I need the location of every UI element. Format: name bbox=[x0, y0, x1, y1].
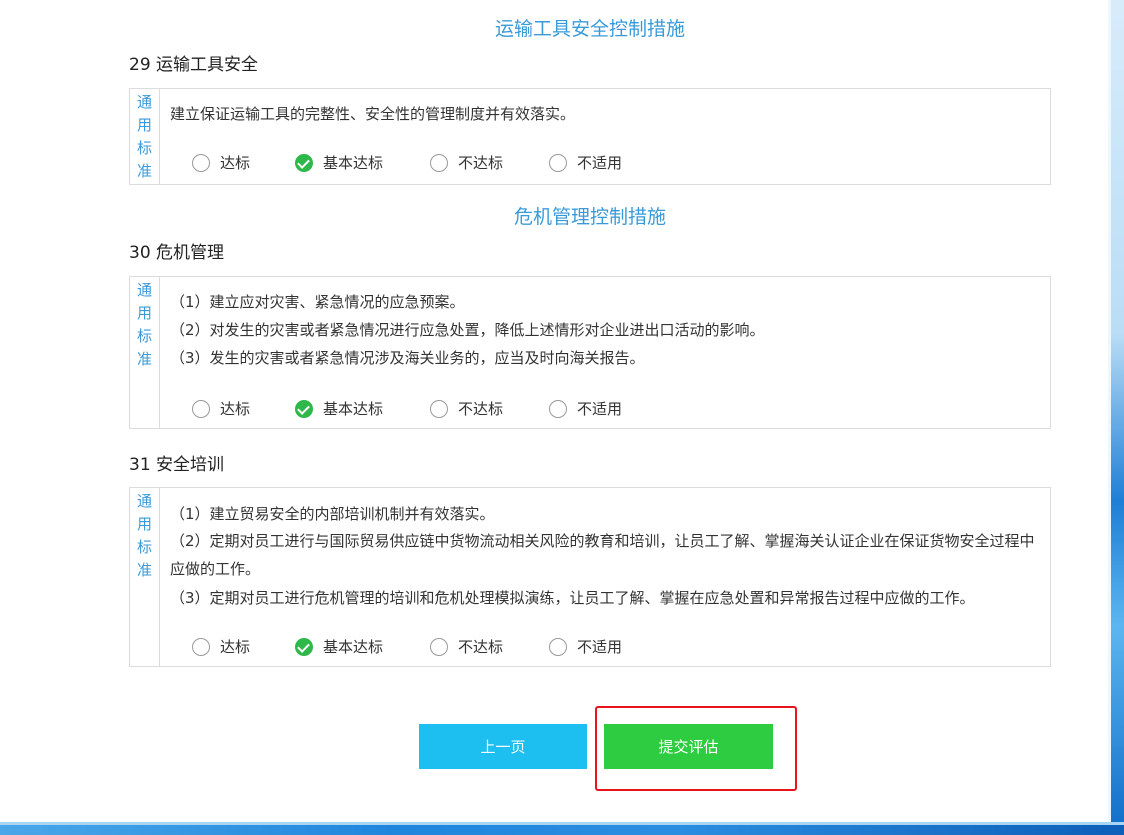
radio-pass[interactable]: 达标 bbox=[192, 398, 295, 419]
rating-radio-group-31: 达标 基本达标 不达标 不适用 bbox=[192, 636, 649, 657]
radio-not-applicable[interactable]: 不适用 bbox=[549, 152, 649, 173]
radio-fail[interactable]: 不达标 bbox=[430, 152, 549, 173]
radio-circle-icon[interactable] bbox=[430, 399, 448, 418]
radio-fail[interactable]: 不达标 bbox=[430, 636, 549, 657]
radio-circle-icon[interactable] bbox=[430, 637, 448, 656]
general-standard-label: 通 用 标 准 bbox=[130, 89, 160, 184]
radio-fail[interactable]: 不达标 bbox=[430, 398, 549, 419]
previous-page-button[interactable]: 上一页 bbox=[419, 724, 587, 769]
radio-circle-icon[interactable] bbox=[549, 399, 567, 418]
item-title-29: 29 运输工具安全 bbox=[129, 55, 259, 75]
radio-pass[interactable]: 达标 bbox=[192, 152, 295, 173]
radio-not-applicable[interactable]: 不适用 bbox=[549, 398, 649, 419]
background-decoration-bottom bbox=[0, 822, 1124, 835]
general-standard-label: 通 用 标 准 bbox=[130, 488, 160, 666]
section-heading-crisis: 危机管理控制措施 bbox=[513, 206, 666, 228]
standard-box-30: 通 用 标 准 （1）建立应对灾害、紧急情况的应急预案。 （2）对发生的灾害或者… bbox=[129, 276, 1051, 429]
standard-text: （1）建立贸易安全的内部培训机制并有效落实。 bbox=[170, 505, 495, 523]
rating-radio-group-30: 达标 基本达标 不达标 不适用 bbox=[192, 398, 649, 419]
standard-text: 建立保证运输工具的完整性、安全性的管理制度并有效落实。 bbox=[170, 105, 576, 123]
standard-text: （2）定期对员工进行与国际贸易供应链中货物流动相关风险的教育和培训，让员工了解、… bbox=[170, 532, 1035, 578]
radio-circle-icon[interactable] bbox=[192, 399, 210, 418]
radio-circle-icon[interactable] bbox=[192, 637, 210, 656]
section-heading-transport: 运输工具安全控制措施 bbox=[494, 18, 685, 40]
item-title-30: 30 危机管理 bbox=[129, 243, 225, 263]
radio-pass[interactable]: 达标 bbox=[192, 636, 295, 657]
radio-not-applicable[interactable]: 不适用 bbox=[549, 636, 649, 657]
radio-circle-icon[interactable] bbox=[549, 637, 567, 656]
radio-basic-pass[interactable]: 基本达标 bbox=[295, 152, 430, 173]
radio-checked-icon[interactable] bbox=[295, 153, 313, 172]
radio-circle-icon[interactable] bbox=[192, 153, 210, 172]
general-standard-label: 通 用 标 准 bbox=[130, 277, 160, 428]
radio-checked-icon[interactable] bbox=[295, 399, 313, 418]
radio-circle-icon[interactable] bbox=[549, 153, 567, 172]
standard-text: （3）定期对员工进行危机管理的培训和危机处理模拟演练，让员工了解、掌握在应急处置… bbox=[170, 589, 975, 607]
standard-box-31: 通 用 标 准 （1）建立贸易安全的内部培训机制并有效落实。 （2）定期对员工进… bbox=[129, 487, 1051, 667]
radio-circle-icon[interactable] bbox=[430, 153, 448, 172]
highlight-box bbox=[595, 706, 797, 791]
radio-checked-icon[interactable] bbox=[295, 637, 313, 656]
standard-box-29: 通 用 标 准 建立保证运输工具的完整性、安全性的管理制度并有效落实。 达标 基… bbox=[129, 88, 1051, 185]
radio-basic-pass[interactable]: 基本达标 bbox=[295, 636, 430, 657]
standard-text: （1）建立应对灾害、紧急情况的应急预案。 bbox=[170, 293, 465, 311]
radio-basic-pass[interactable]: 基本达标 bbox=[295, 398, 430, 419]
background-decoration-right bbox=[1108, 0, 1124, 835]
standard-text: （2）对发生的灾害或者紧急情况进行应急处置，降低上述情形对企业进出口活动的影响。 bbox=[170, 321, 765, 339]
standard-text: （3）发生的灾害或者紧急情况涉及海关业务的，应当及时向海关报告。 bbox=[170, 349, 645, 367]
rating-radio-group-29: 达标 基本达标 不达标 不适用 bbox=[192, 152, 649, 173]
item-title-31: 31 安全培训 bbox=[129, 455, 225, 475]
